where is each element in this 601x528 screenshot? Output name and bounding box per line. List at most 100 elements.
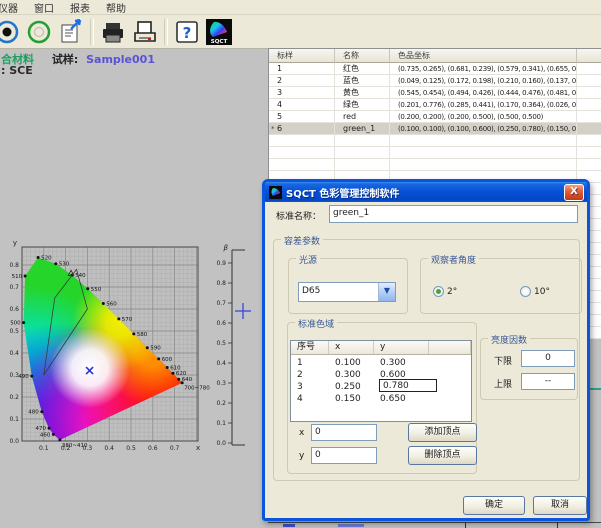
standard-name-label: 标准名称： [276,209,321,222]
toolbar: ? SQCT [0,15,601,49]
svg-text:0.3: 0.3 [83,445,93,452]
svg-text:580: 580 [137,332,148,338]
radio-icon[interactable] [520,286,531,297]
vertex-table[interactable]: 序号xy10.1000.30020.3000.60030.2500.78040.… [290,340,472,422]
light-source-select[interactable]: D65 ▼ [298,282,396,302]
svg-text:0.0: 0.0 [216,440,226,447]
svg-text:0.5: 0.5 [9,328,19,335]
sample-name: Sample001 [86,53,155,66]
standards-empty-row[interactable] [269,147,601,159]
radio-label: 10° [534,287,550,297]
observer-radio-2deg[interactable]: 2° [433,286,457,297]
vertex-row[interactable]: 10.1000.300 [291,357,471,369]
svg-text:0.9: 0.9 [216,260,226,267]
standards-row[interactable]: 2蓝色(0.049, 0.125), (0.172, 0.198), (0.21… [269,75,601,87]
svg-text:0.4: 0.4 [216,360,226,367]
svg-text:0.5: 0.5 [216,340,226,347]
svg-text:490: 490 [18,374,29,380]
dialog-title: SQCT 色彩管理控制软件 [286,185,399,200]
close-icon[interactable]: X [564,184,584,201]
cancel-button[interactable]: 取消 [533,496,587,515]
x-field-input[interactable]: 0 [311,424,377,441]
background-text-fragment [283,524,295,527]
svg-text:0.0: 0.0 [9,438,19,445]
svg-text:0.6: 0.6 [216,320,226,327]
svg-text:510: 510 [12,274,23,280]
standards-row[interactable]: *6green_1(0.100, 0.100), (0.100, 0.600),… [269,123,601,135]
svg-text:0.5: 0.5 [126,445,136,452]
dialog-titlebar[interactable]: SQCT 色彩管理控制软件 X [265,182,587,202]
standards-row[interactable]: 3黄色(0.545, 0.454), (0.494, 0.426), (0.44… [269,87,601,99]
help-glyph: ? [183,24,192,42]
y-field-label: y [299,451,304,461]
upper-limit-input[interactable]: -- [521,373,575,390]
svg-text:520: 520 [41,256,52,262]
delete-vertex-button[interactable]: 删除顶点 [408,446,477,465]
lower-limit-input[interactable]: 0 [521,350,575,367]
svg-text:SQCT: SQCT [211,39,228,45]
help-icon[interactable]: ? [172,17,202,47]
svg-text:0.8: 0.8 [9,262,19,269]
standard-name-input[interactable]: green_1 [329,205,578,223]
svg-text:460: 460 [40,432,51,438]
svg-text:0.1: 0.1 [39,445,49,452]
svg-text:β: β [224,244,229,252]
standards-empty-row[interactable] [269,135,601,147]
edit-marker: * [271,123,275,135]
svg-text:480: 480 [28,410,39,416]
menu-item-3[interactable]: 报表 [62,0,98,15]
svg-text:y: y [13,239,17,247]
vertex-row[interactable]: 40.1500.650 [291,393,471,405]
print-out-icon[interactable] [130,17,160,47]
standards-empty-row[interactable] [269,159,601,171]
svg-text:0.6: 0.6 [148,445,158,452]
svg-text:0.1: 0.1 [216,420,226,427]
upper-limit-label: 上限 [494,377,512,390]
svg-text:560: 560 [106,302,117,308]
svg-text:600: 600 [162,357,173,363]
calibrate-circle-icon[interactable] [24,17,54,47]
vertex-edit-input[interactable]: 0.780 [379,379,437,392]
svg-text:540: 540 [75,273,86,279]
svg-text:0.7: 0.7 [216,300,226,307]
ok-button[interactable]: 确定 [463,496,525,515]
svg-text:0.8: 0.8 [216,280,226,287]
app-window: 仪器窗口报表帮助 ? [0,0,601,528]
radio-icon[interactable] [433,286,444,297]
tolerance-group-title: 容差参数 [281,234,323,247]
standards-row[interactable]: 4绿色(0.201, 0.776), (0.285, 0.441), (0.17… [269,99,601,111]
menu-item-4[interactable]: 帮助 [98,0,134,15]
background-table-border [268,522,601,523]
brightness-group: 亮度因数 [480,338,578,400]
x-field-label: x [299,428,304,438]
standards-table-header: 标样名称色品坐标 [269,49,601,63]
measure-target-icon[interactable] [0,17,22,47]
svg-text:0.3: 0.3 [9,372,19,379]
observer-angle-group-title: 观察者角度 [428,253,479,266]
menu-item-1[interactable]: 仪器 [0,0,26,15]
svg-text:570: 570 [122,317,133,323]
menu-bar: 仪器窗口报表帮助 [0,0,601,15]
add-vertex-button[interactable]: 添加顶点 [408,423,477,442]
svg-text:0.3: 0.3 [216,380,226,387]
y-field-input[interactable]: 0 [311,447,377,464]
sample-label: 试样: [52,53,78,66]
gamut-group-title: 标准色域 [295,317,337,330]
toolbar-separator [90,19,94,45]
sqct-logo-icon[interactable]: SQCT [204,17,234,47]
observer-radio-10deg[interactable]: 10° [520,286,550,297]
svg-text:530: 530 [59,262,70,268]
print-icon[interactable] [98,17,128,47]
svg-text:550: 550 [91,287,102,293]
standards-row[interactable]: 1红色(0.735, 0.265), (0.681, 0.239), (0.57… [269,63,601,75]
svg-text:0.4: 0.4 [104,445,114,452]
brightness-group-title: 亮度因数 [488,333,530,346]
svg-text:0.7: 0.7 [9,284,19,291]
svg-text:500: 500 [10,321,21,327]
chromaticity-diagram: 520530540550560570580590600610620640700~… [0,238,256,458]
menu-item-2[interactable]: 窗口 [26,0,62,15]
chevron-down-icon[interactable]: ▼ [378,283,395,301]
standards-row[interactable]: 5red(0.200, 0.200), (0.200, 0.500), (0.5… [269,111,601,123]
svg-text:x: x [196,444,200,452]
report-export-icon[interactable] [56,17,86,47]
